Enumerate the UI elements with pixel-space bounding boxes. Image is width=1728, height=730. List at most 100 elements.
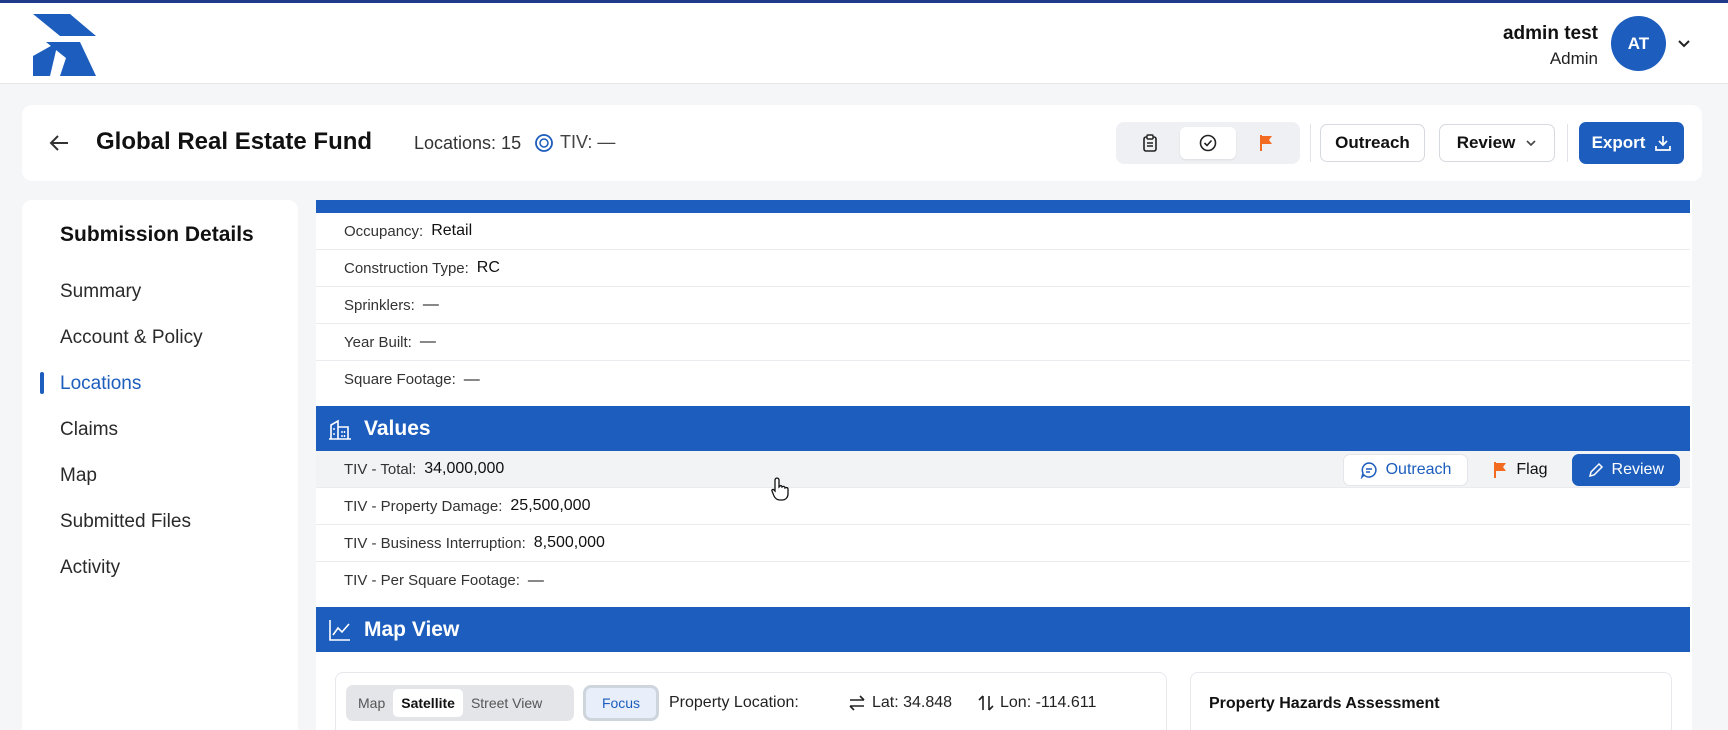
chevron-down-icon xyxy=(1526,140,1536,147)
detail-row-tiv-per-square-footage: TIV - Per Square Footage: — xyxy=(316,562,1690,599)
clipboard-filter-button[interactable] xyxy=(1122,127,1178,159)
row-label: Year Built: xyxy=(344,333,412,351)
hand-cursor-icon xyxy=(771,477,789,501)
outreach-button[interactable]: Outreach xyxy=(1320,124,1425,162)
flag-icon xyxy=(1494,462,1507,478)
row-label: Occupancy: xyxy=(344,222,424,240)
status-filter-group xyxy=(1116,122,1300,164)
longitude-readout: Lon: -114.611 xyxy=(978,694,1096,712)
row-label: TIV - Property Damage: xyxy=(344,497,503,515)
user-info: admin test Admin xyxy=(1503,23,1598,69)
detail-row-tiv-property-damage: TIV - Property Damage: 25,500,000 xyxy=(316,488,1690,525)
swap-vertical-icon xyxy=(978,695,994,711)
map-type-street-view[interactable]: Street View xyxy=(463,689,550,717)
download-icon xyxy=(1655,136,1672,151)
avatar[interactable]: AT xyxy=(1611,16,1666,71)
row-value: — xyxy=(463,370,480,388)
row-label: Sprinklers: xyxy=(344,296,415,314)
chart-line-icon xyxy=(329,619,350,641)
row-value: — xyxy=(527,571,544,589)
map-type-map[interactable]: Map xyxy=(350,689,393,717)
row-review-button[interactable]: Review xyxy=(1571,454,1680,486)
detail-row-occupancy: Occupancy: Retail xyxy=(316,213,1690,250)
row-review-label: Review xyxy=(1611,461,1664,478)
hazards-panel: Property Hazards Assessment xyxy=(1190,672,1672,730)
submission-header: Global Real Estate Fund Locations: 15 TI… xyxy=(22,105,1702,181)
building-icon xyxy=(329,419,351,440)
row-label: Square Footage: xyxy=(344,371,456,388)
review-dropdown-label: Review xyxy=(1456,133,1516,152)
divider xyxy=(1567,124,1568,162)
page-title: Global Real Estate Fund xyxy=(96,128,373,155)
row-value: Retail xyxy=(431,222,473,239)
longitude-value: Lon: -114.611 xyxy=(1000,694,1097,711)
outreach-button-label: Outreach xyxy=(1335,133,1410,152)
row-value: RC xyxy=(476,259,500,276)
focus-button[interactable]: Focus xyxy=(583,685,659,721)
latitude-value: Lat: 34.848 xyxy=(872,694,953,711)
row-value: 8,500,000 xyxy=(533,534,605,551)
row-value: 34,000,000 xyxy=(424,460,505,477)
sidebar: Submission Details Summary Account & Pol… xyxy=(22,200,298,730)
sidebar-title: Submission Details xyxy=(60,223,254,246)
tiv-label: TIV: — xyxy=(560,132,616,152)
swap-horizontal-icon xyxy=(849,695,865,711)
clipboard-icon xyxy=(1143,134,1157,152)
sidebar-item-locations[interactable]: Locations xyxy=(60,373,141,395)
chat-icon xyxy=(1360,462,1377,479)
sidebar-item-account-policy[interactable]: Account & Policy xyxy=(60,327,203,349)
property-location-label: Property Location: xyxy=(669,694,799,711)
map-type-satellite[interactable]: Satellite xyxy=(393,689,463,717)
sidebar-item-claims[interactable]: Claims xyxy=(60,419,118,441)
row-value: — xyxy=(419,333,436,350)
hazards-title: Property Hazards Assessment xyxy=(1209,695,1440,712)
map-type-toggle: Map Satellite Street View xyxy=(346,685,574,721)
row-outreach-button[interactable]: Outreach xyxy=(1342,454,1469,486)
detail-row-construction-type: Construction Type: RC xyxy=(316,250,1690,287)
chevron-down-icon[interactable] xyxy=(1676,35,1692,51)
detail-row-sprinklers: Sprinklers: — xyxy=(316,287,1690,324)
row-flag-label: Flag xyxy=(1516,461,1548,478)
row-label: TIV - Total: xyxy=(344,460,417,478)
row-flag-button[interactable]: Flag xyxy=(1476,454,1564,486)
pen-icon xyxy=(1588,462,1603,478)
locations-count: Locations: 15 xyxy=(414,133,522,153)
coin-icon xyxy=(535,133,553,152)
sidebar-item-activity[interactable]: Activity xyxy=(60,557,120,579)
user-name: admin test xyxy=(1502,23,1598,44)
map-controls-panel: Map Satellite Street View Focus Property… xyxy=(335,672,1167,730)
row-value: 25,500,000 xyxy=(510,497,591,514)
divider xyxy=(1310,124,1311,162)
active-indicator xyxy=(40,372,44,394)
check-filter-button[interactable] xyxy=(1180,127,1236,159)
section-header-partial xyxy=(316,200,1690,213)
flag-filter-button[interactable] xyxy=(1238,127,1294,159)
section-title: Values xyxy=(364,416,431,440)
row-label: TIV - Business Interruption: xyxy=(344,534,526,552)
flag-icon xyxy=(1260,135,1272,151)
row-label: Construction Type: xyxy=(344,259,469,277)
detail-row-tiv-business-interruption: TIV - Business Interruption: 8,500,000 xyxy=(316,525,1690,562)
review-dropdown[interactable]: Review xyxy=(1439,124,1555,162)
top-bar: admin test Admin AT xyxy=(0,3,1728,84)
check-circle-icon xyxy=(1199,134,1217,152)
detail-row-square-footage: Square Footage: — xyxy=(316,361,1690,398)
row-actions: Outreach Flag Review xyxy=(1342,454,1680,486)
logo-icon[interactable] xyxy=(30,12,98,78)
export-button-label: Export xyxy=(1591,133,1646,152)
export-button[interactable]: Export xyxy=(1579,122,1684,164)
location-detail-panel: Occupancy: Retail Construction Type: RC … xyxy=(316,200,1692,730)
values-section-header: Values xyxy=(316,406,1690,451)
row-value: — xyxy=(422,296,439,313)
sidebar-item-submitted-files[interactable]: Submitted Files xyxy=(60,511,191,533)
sidebar-item-map[interactable]: Map xyxy=(60,465,97,487)
tiv-summary: TIV: — xyxy=(534,132,615,153)
sidebar-item-summary[interactable]: Summary xyxy=(60,281,141,303)
back-arrow-icon[interactable] xyxy=(48,132,70,154)
detail-row-tiv-total[interactable]: TIV - Total: 34,000,000 Outreach Flag Re… xyxy=(316,451,1690,488)
detail-row-year-built: Year Built: — xyxy=(316,324,1690,361)
row-label: TIV - Per Square Footage: xyxy=(344,572,520,589)
latitude-readout: Lat: 34.848 xyxy=(848,694,952,712)
map-view-section-header: Map View xyxy=(316,607,1690,652)
section-title: Map View xyxy=(364,617,460,641)
